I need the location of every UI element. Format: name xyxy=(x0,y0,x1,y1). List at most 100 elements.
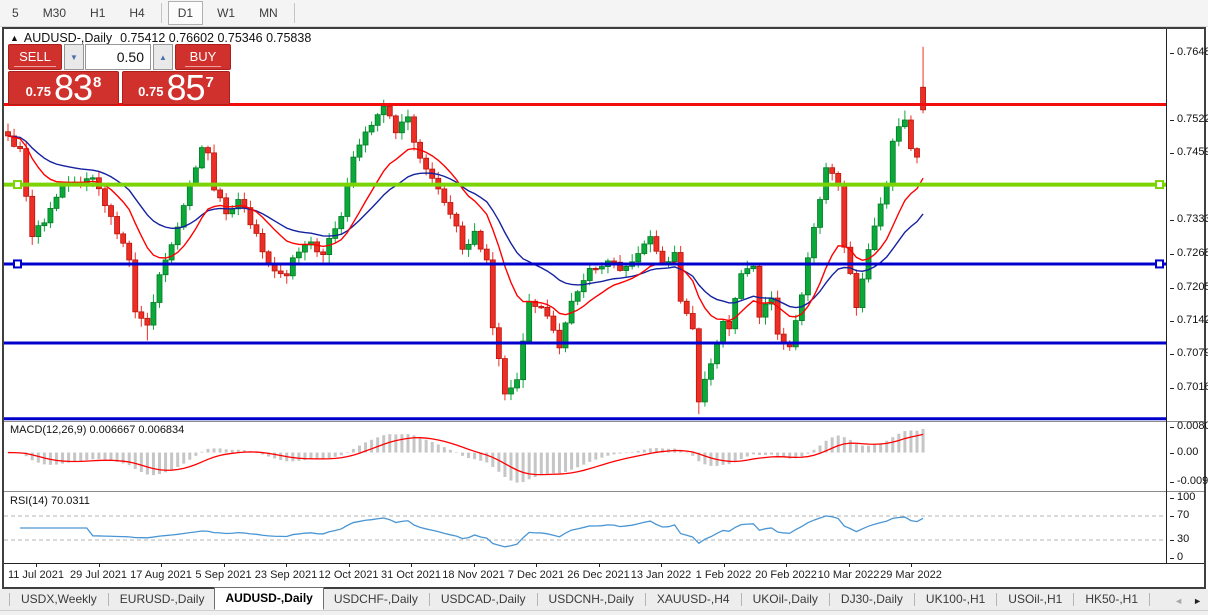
candle xyxy=(587,265,592,285)
candle xyxy=(321,249,326,263)
timeframe-m30[interactable]: M30 xyxy=(33,1,76,25)
candle xyxy=(818,197,823,234)
timeframe-5[interactable]: 5 xyxy=(2,1,29,25)
axis-tick xyxy=(1170,516,1174,517)
candle xyxy=(902,110,907,128)
candle xyxy=(502,355,507,400)
candle xyxy=(739,270,744,300)
candle xyxy=(296,247,301,265)
chart-ohlc-values: 0.75412 0.76602 0.75346 0.75838 xyxy=(120,31,311,45)
line-handle[interactable] xyxy=(14,260,21,267)
candle xyxy=(6,123,11,141)
candle xyxy=(169,242,174,265)
tab-separator xyxy=(1149,593,1150,606)
line-handle[interactable] xyxy=(14,181,21,188)
chart-tab-hk50[interactable]: HK50-,H1 xyxy=(1075,589,1148,610)
chart-tab-usoil[interactable]: USOil-,H1 xyxy=(998,589,1072,610)
candle xyxy=(448,195,453,219)
candle xyxy=(757,263,762,324)
candle xyxy=(854,269,859,315)
chart-tab-usdx[interactable]: USDX,Weekly xyxy=(11,589,107,610)
tabs-scroll-right-icon[interactable]: ► xyxy=(1193,596,1202,606)
rsi-label: RSI(14) 70.0311 xyxy=(10,495,90,507)
buy-price-display[interactable]: 0.75857 xyxy=(122,71,230,105)
axis-tick-label: 0.76480 xyxy=(1177,46,1208,58)
axis-tick xyxy=(1170,453,1174,454)
candle xyxy=(660,246,665,264)
macd-histogram xyxy=(7,429,925,483)
time-axis-label: 10 Mar 2022 xyxy=(818,569,880,581)
timeframe-h4[interactable]: H4 xyxy=(119,1,154,25)
volume-increase-button[interactable]: ▲ xyxy=(153,44,173,70)
candle xyxy=(799,292,804,325)
candle xyxy=(272,257,277,278)
chart-tab-eurusd[interactable]: EURUSD-,Daily xyxy=(110,589,215,610)
tab-separator xyxy=(914,593,915,606)
tabs-scroll-left-icon[interactable]: ◄ xyxy=(1174,596,1183,606)
candle xyxy=(678,246,683,304)
chart-tab-usdcnh[interactable]: USDCNH-,Daily xyxy=(539,589,644,610)
axis-tick-label: 70 xyxy=(1177,509,1189,521)
time-tick xyxy=(224,564,225,567)
candle xyxy=(781,328,786,350)
sell-button[interactable]: SELL xyxy=(8,44,62,70)
buy-button[interactable]: BUY xyxy=(175,44,231,70)
candle xyxy=(696,327,701,414)
time-tick xyxy=(474,564,475,567)
axis-tick-label: 0.72055 xyxy=(1177,281,1208,293)
timeframe-h1[interactable]: H1 xyxy=(80,1,115,25)
candle xyxy=(157,272,162,308)
candle xyxy=(248,201,253,229)
candle xyxy=(369,121,374,135)
candle xyxy=(393,114,398,139)
timeframe-d1[interactable]: D1 xyxy=(168,1,203,25)
sell-price-display[interactable]: 0.75838 xyxy=(8,71,119,105)
candle xyxy=(442,183,447,205)
candle xyxy=(581,274,586,298)
candle xyxy=(551,311,556,334)
chart-tab-usdcad[interactable]: USDCAD-,Daily xyxy=(431,589,536,610)
volume-input[interactable] xyxy=(85,44,151,70)
candle xyxy=(763,297,768,325)
candle xyxy=(630,254,635,269)
axis-tick xyxy=(1170,220,1174,221)
candle xyxy=(115,212,120,239)
chart-tab-dj30[interactable]: DJ30-,Daily xyxy=(831,589,913,610)
candle xyxy=(357,139,362,161)
timeframe-w1[interactable]: W1 xyxy=(207,1,245,25)
time-tick xyxy=(724,564,725,567)
chart-tab-uk100[interactable]: UK100-,H1 xyxy=(916,589,995,610)
candle xyxy=(363,126,368,152)
candle xyxy=(218,188,223,202)
chart-tab-audusd[interactable]: AUDUSD-,Daily xyxy=(214,587,323,610)
rsi-panel-canvas[interactable] xyxy=(4,493,1166,563)
tab-separator xyxy=(537,593,538,606)
axis-tick xyxy=(1170,321,1174,322)
axis-tick xyxy=(1170,53,1174,54)
toolbar-separator xyxy=(161,3,162,23)
chart-tab-ukoil[interactable]: UKOil-,Daily xyxy=(743,589,828,610)
candle xyxy=(460,221,465,254)
timeframe-mn[interactable]: MN xyxy=(249,1,288,25)
candle xyxy=(830,164,835,181)
candle xyxy=(515,373,520,392)
line-handle[interactable] xyxy=(1156,181,1163,188)
chart-tab-xauusd[interactable]: XAUUSD-,H4 xyxy=(647,589,740,610)
time-axis[interactable]: 11 Jul 202129 Jul 202117 Aug 20215 Sep 2… xyxy=(4,564,1204,587)
candle xyxy=(684,298,689,316)
time-tick xyxy=(161,564,162,567)
candle xyxy=(466,239,471,257)
volume-decrease-button[interactable]: ▼ xyxy=(64,44,84,70)
macd-label: MACD(12,26,9) 0.006667 0.006834 xyxy=(10,424,184,436)
price-axis[interactable]: 0.764800.752200.745900.733300.726850.720… xyxy=(1167,29,1206,563)
time-axis-label: 7 Dec 2021 xyxy=(508,569,564,581)
candle xyxy=(175,222,180,249)
line-handle[interactable] xyxy=(1156,260,1163,267)
candle xyxy=(284,270,289,284)
chart-tab-usdchf[interactable]: USDCHF-,Daily xyxy=(324,589,428,610)
candle xyxy=(290,255,295,280)
time-axis-label: 13 Jan 2022 xyxy=(631,569,692,581)
time-tick xyxy=(411,564,412,567)
tab-separator xyxy=(9,593,10,606)
candle xyxy=(624,264,629,277)
